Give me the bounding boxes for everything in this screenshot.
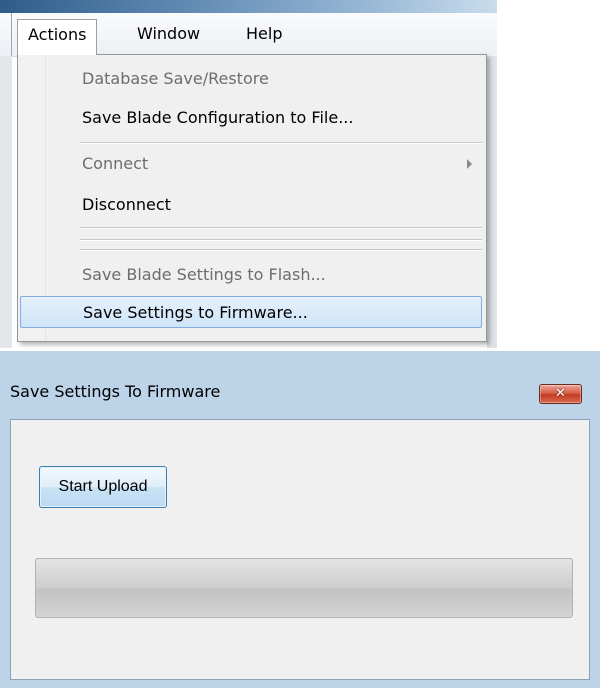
window-frame-accent xyxy=(0,0,497,13)
menu-item-label: Save Blade Settings to Flash... xyxy=(82,265,326,284)
menu-item-save-blade-configuration[interactable]: Save Blade Configuration to File... xyxy=(18,104,486,132)
close-button[interactable]: ✕ xyxy=(539,384,582,404)
menu-item-save-blade-settings-flash[interactable]: Save Blade Settings to Flash... xyxy=(18,261,486,289)
menu-actions[interactable]: Actions xyxy=(17,19,98,55)
menu-window[interactable]: Window xyxy=(127,19,210,49)
window-frame-left xyxy=(0,56,12,348)
menu-help[interactable]: Help xyxy=(236,19,292,49)
start-upload-button[interactable]: Start Upload xyxy=(39,466,167,508)
menu-separator xyxy=(80,227,482,229)
menu-item-connect[interactable]: Connect xyxy=(18,150,486,178)
upload-progress-bar xyxy=(35,558,573,618)
menu-item-label: Disconnect xyxy=(82,195,171,214)
menu-item-label: Save Blade Configuration to File... xyxy=(82,108,354,127)
save-settings-dialog: Save Settings To Firmware ✕ xyxy=(0,351,600,688)
menu-screenshot: Actions Window Help Database Save/Restor… xyxy=(0,0,497,348)
menu-separator xyxy=(80,142,482,144)
menu-item-database-save-restore[interactable]: Database Save/Restore xyxy=(18,65,486,93)
window-frame-right xyxy=(487,56,497,348)
menu-item-label: Save Settings to Firmware... xyxy=(83,303,308,322)
dialog-title: Save Settings To Firmware xyxy=(10,382,221,401)
chevron-right-icon xyxy=(467,159,472,169)
menu-item-disconnect[interactable]: Disconnect xyxy=(18,191,486,219)
menu-item-save-settings-firmware[interactable]: Save Settings to Firmware... xyxy=(20,296,482,328)
menu-separator xyxy=(80,239,482,241)
actions-dropdown-menu: Database Save/Restore Save Blade Configu… xyxy=(17,54,487,342)
dialog-client-area xyxy=(10,419,590,680)
menu-separator xyxy=(80,249,482,251)
menu-item-label: Database Save/Restore xyxy=(82,69,269,88)
close-icon: ✕ xyxy=(555,386,566,401)
menu-item-label: Connect xyxy=(82,154,149,173)
